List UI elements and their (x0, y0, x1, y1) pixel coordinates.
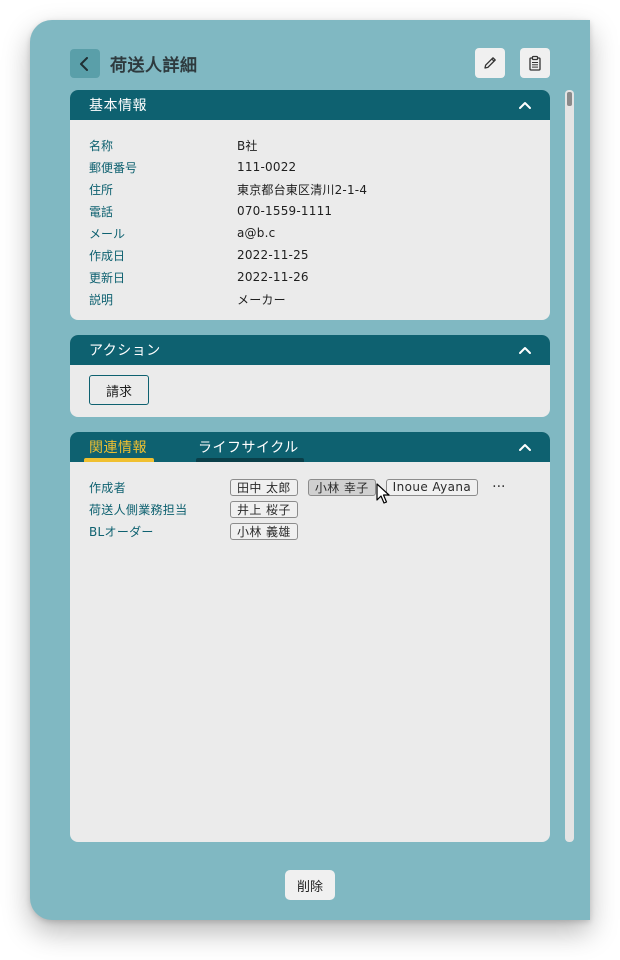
active-tab-indicator (84, 458, 154, 462)
actions-title: アクション (89, 343, 161, 359)
back-button[interactable] (70, 49, 100, 78)
info-row-address: 住所 東京都台東区清川2-1-4 (89, 178, 531, 200)
info-row-email: メール a@b.c (89, 222, 531, 244)
info-label: 説明 (89, 292, 114, 307)
info-row-updated: 更新日 2022-11-26 (89, 266, 531, 288)
tab-indicator (196, 458, 304, 462)
basic-info-list: 名称 B社 郵便番号 111-0022 住所 東京都台東区清川2-1-4 電話 … (70, 120, 550, 310)
invoice-button[interactable]: 請求 (89, 375, 149, 405)
basic-info-header[interactable]: 基本情報 (70, 90, 550, 120)
mouse-cursor-icon (376, 483, 390, 504)
info-value: 2022-11-25 (237, 248, 309, 262)
user-chip[interactable]: 小林 幸子 (307, 478, 376, 496)
chevron-left-icon (80, 56, 88, 71)
info-label: 電話 (89, 204, 114, 219)
related-tabbar: 関連情報 ライフサイクル (70, 432, 550, 462)
tab-label: ライフサイクル (198, 440, 299, 456)
clipboard-icon (529, 55, 541, 71)
user-chip[interactable]: 井上 桜子 (230, 500, 298, 518)
related-label: BLオーダー (89, 524, 154, 539)
info-value: 東京都台東区清川2-1-4 (237, 182, 368, 197)
basic-info-title: 基本情報 (89, 98, 147, 114)
info-value: a@b.c (237, 226, 276, 240)
actions-card: アクション 請求 (70, 335, 550, 417)
info-row-phone: 電話 070-1559-1111 (89, 200, 531, 222)
user-chip[interactable]: 小林 義雄 (230, 522, 298, 540)
user-chip[interactable]: Inoue Ayana (385, 478, 479, 496)
clipboard-button[interactable] (520, 48, 550, 78)
info-row-name: 名称 B社 (89, 134, 531, 156)
related-label: 荷送人側業務担当 (89, 502, 188, 517)
info-row-created: 作成日 2022-11-25 (89, 244, 531, 266)
shipper-detail-window: 荷送人詳細 基本情報 名称 B社 郵便番号 111-0022 住所 東京都台東区… (30, 20, 590, 920)
info-value: 070-1559-1111 (237, 204, 333, 218)
scroll-thumb[interactable] (567, 92, 572, 106)
related-row-bl-order: BLオーダー 小林 義雄 (89, 520, 540, 542)
info-label: 更新日 (89, 270, 126, 285)
related-list: 作成者 田中 太郎 小林 幸子 Inoue Ayana ··· 荷送人側業務担当… (89, 476, 540, 542)
info-label: 名称 (89, 138, 114, 153)
info-value: メーカー (237, 292, 286, 307)
chevron-up-icon[interactable] (518, 344, 532, 356)
info-label: メール (89, 226, 126, 241)
info-row-description: 説明 メーカー (89, 288, 531, 310)
user-chip[interactable]: 田中 太郎 (230, 478, 298, 496)
chevron-up-icon[interactable] (518, 99, 532, 111)
related-label: 作成者 (89, 480, 126, 495)
vertical-scrollbar[interactable] (565, 90, 574, 842)
info-value: 111-0022 (237, 160, 297, 174)
related-row-shipper-staff: 荷送人側業務担当 井上 桜子 (89, 498, 540, 520)
page-title: 荷送人詳細 (110, 56, 198, 76)
edit-button[interactable] (475, 48, 505, 78)
info-label: 郵便番号 (89, 160, 138, 175)
related-card: 関連情報 ライフサイクル 作成者 田中 太郎 小林 幸子 Inoue Ayana… (70, 432, 550, 842)
info-label: 作成日 (89, 248, 126, 263)
info-row-postal-code: 郵便番号 111-0022 (89, 156, 531, 178)
info-value: 2022-11-26 (237, 270, 309, 284)
tab-label: 関連情報 (89, 440, 147, 456)
more-icon[interactable]: ··· (492, 479, 505, 495)
actions-header[interactable]: アクション (70, 335, 550, 365)
related-row-creator: 作成者 田中 太郎 小林 幸子 Inoue Ayana ··· (89, 476, 540, 498)
pencil-icon (484, 57, 496, 69)
delete-button[interactable]: 削除 (285, 870, 335, 900)
chevron-up-icon[interactable] (518, 441, 532, 453)
info-label: 住所 (89, 182, 114, 197)
basic-info-card: 基本情報 名称 B社 郵便番号 111-0022 住所 東京都台東区清川2-1-… (70, 90, 550, 320)
info-value: B社 (237, 138, 258, 153)
